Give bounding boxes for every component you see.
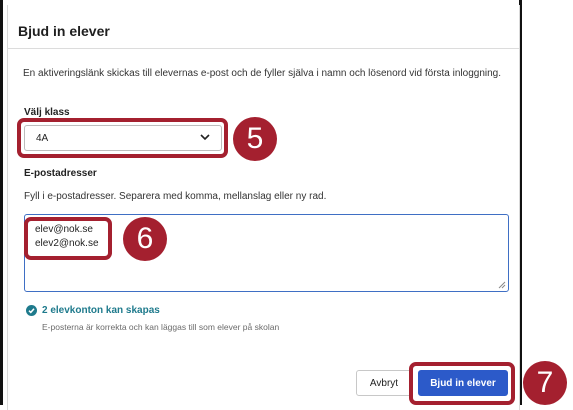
dialog-title: Bjud in elever <box>18 23 110 39</box>
resize-grip-icon[interactable] <box>498 281 506 289</box>
check-circle-icon <box>26 305 37 316</box>
highlight-email-entries <box>24 217 112 260</box>
step-badge-6: 6 <box>123 217 167 261</box>
header-divider <box>7 48 519 49</box>
window-frame-left <box>0 0 3 405</box>
step-badge-5: 5 <box>233 117 277 161</box>
email-label: E-postadresser <box>24 168 97 179</box>
dialog-intro: En aktiveringslänk skickas till eleverna… <box>23 68 502 79</box>
class-select-label: Välj klass <box>24 107 70 118</box>
email-hint: Fyll i e-postadresser. Separera med komm… <box>24 191 327 202</box>
status-description: E-posterna är korrekta och kan läggas ti… <box>42 322 280 332</box>
cancel-button[interactable]: Avbryt <box>356 370 412 396</box>
highlight-invite-button <box>409 362 515 405</box>
status-title: 2 elevkonton kan skapas <box>42 305 160 316</box>
step-badge-7: 7 <box>523 361 567 405</box>
highlight-class-select <box>17 118 228 158</box>
